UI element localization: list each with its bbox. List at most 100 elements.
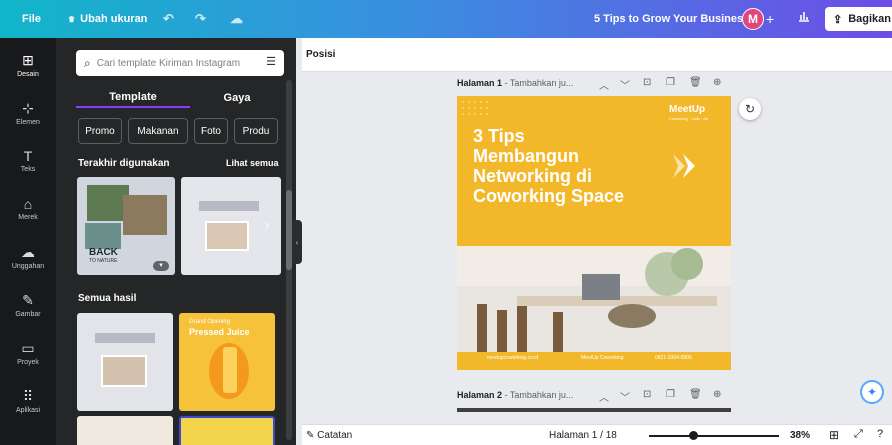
redo-icon[interactable]: ↷ xyxy=(195,0,206,38)
rail-label: Elemen xyxy=(16,119,40,126)
rail-label: Aplikasi xyxy=(15,407,41,414)
rail-item-apps[interactable]: ⠿ Aplikasi xyxy=(0,388,56,414)
filter-icon[interactable]: ☰ xyxy=(266,55,276,68)
chevron-up-icon[interactable]: ︿ xyxy=(599,77,609,92)
folder-icon: ▭ xyxy=(21,340,35,356)
resize-button[interactable]: ♛ Ubah ukuran xyxy=(68,0,147,38)
regenerate-icon[interactable]: ↻ xyxy=(739,98,761,120)
avatar[interactable]: M xyxy=(742,8,764,30)
headline-line-1: 3 Tips xyxy=(473,126,525,146)
draw-icon: ✎ xyxy=(22,292,34,308)
position-button[interactable]: Posisi xyxy=(306,49,335,60)
footer-phone: 0821-3304-0906 xyxy=(655,355,692,361)
design-title[interactable]: 5 Tips to Grow Your Business xyxy=(594,0,749,38)
chip-promo[interactable]: Promo xyxy=(78,118,122,144)
chevron-down-icon[interactable]: ﹀ xyxy=(620,389,630,404)
rail-item-projects[interactable]: ▭ Proyek xyxy=(0,340,56,366)
all-results-heading: Semua hasil xyxy=(78,293,137,304)
more-options-icon[interactable]: ▾ xyxy=(153,261,169,271)
add-page-icon[interactable]: ⊕ xyxy=(713,77,721,88)
rail-label: Proyek xyxy=(17,359,39,366)
rail-label: Gambar xyxy=(15,311,41,318)
cloud-save-icon[interactable]: ☁ xyxy=(230,0,243,38)
headline-line-2: Membangun xyxy=(473,146,579,166)
layout-icon: ⊞ xyxy=(22,52,34,68)
undo-icon[interactable]: ↶ xyxy=(163,0,174,38)
duplicate-icon[interactable]: ❐ xyxy=(666,77,675,88)
duplicate-icon[interactable]: ❐ xyxy=(666,389,675,400)
chip-food[interactable]: Makanan xyxy=(128,118,188,144)
rail-item-elements[interactable]: ⊹ Elemen xyxy=(0,100,56,126)
chevron-down-icon[interactable]: ﹀ xyxy=(620,77,630,92)
add-page-icon[interactable]: ⊕ xyxy=(713,389,721,400)
headline-line-4: Coworking Space xyxy=(473,186,625,206)
fullscreen-icon[interactable]: ⤢ xyxy=(854,428,863,441)
thumb-photo xyxy=(123,195,167,235)
magic-assistant-icon[interactable]: ✦ xyxy=(860,380,884,404)
rail-label: Unggahan xyxy=(11,263,45,270)
chevron-right-icon[interactable]: › xyxy=(265,217,269,232)
thumb-text-block xyxy=(199,201,259,211)
collapse-panel-handle[interactable]: ‹ xyxy=(292,220,302,264)
notes-button[interactable]: ✎ Catatan xyxy=(306,430,352,441)
tab-label: Gaya xyxy=(223,92,251,104)
zoom-slider[interactable] xyxy=(649,431,779,440)
chip-label: Promo xyxy=(85,125,115,137)
page-2-header: Halaman 2 - Tambahkan ju... ︿ ﹀ ⊡ ❐ 🗑 ⊕ xyxy=(457,389,737,404)
design-page-2[interactable] xyxy=(457,408,731,412)
add-collaborator-icon[interactable]: + xyxy=(766,11,774,27)
search-input[interactable]: Cari template Kiriman Instagram xyxy=(97,58,240,69)
chevron-up-icon[interactable]: ︿ xyxy=(599,389,609,404)
page-2-label: Halaman 2 xyxy=(457,390,503,400)
rail-item-text[interactable]: T Teks xyxy=(0,148,56,173)
rail-item-draw[interactable]: ✎ Gambar xyxy=(0,292,56,318)
chip-product[interactable]: Produ xyxy=(234,118,278,144)
upload-icon: ☁ xyxy=(21,244,35,260)
tab-template[interactable]: Template xyxy=(76,88,190,108)
rail-item-uploads[interactable]: ☁ Unggahan xyxy=(0,244,56,270)
zoom-slider-fill xyxy=(649,435,693,437)
chip-photo[interactable]: Foto xyxy=(194,118,228,144)
lock-icon[interactable]: ⊡ xyxy=(643,77,651,88)
see-all-link[interactable]: Lihat semua xyxy=(226,158,279,168)
thumb-bottle xyxy=(223,347,237,393)
search-icon: ⌕ xyxy=(84,55,91,70)
trash-icon[interactable]: 🗑 xyxy=(689,389,702,400)
chip-label: Produ xyxy=(242,125,270,137)
chip-label: Makanan xyxy=(137,125,179,137)
template-thumb-result-1[interactable] xyxy=(77,313,173,411)
share-label: Bagikan xyxy=(848,13,892,25)
template-thumb-pressed-juice[interactable]: Grand Opening Pressed Juice xyxy=(179,313,275,411)
help-icon[interactable]: ? xyxy=(877,428,883,440)
insights-icon[interactable] xyxy=(797,9,811,26)
lock-icon[interactable]: ⊡ xyxy=(643,389,651,400)
tab-style[interactable]: Gaya xyxy=(190,88,284,108)
thumb-photo xyxy=(205,221,249,251)
template-thumb-result-4[interactable] xyxy=(179,416,275,445)
thumb-title: BACK xyxy=(89,247,118,258)
zoom-level[interactable]: 38% xyxy=(790,430,810,441)
design-page-1[interactable]: 3 Tips Membangun Networking di Coworking… xyxy=(457,96,731,370)
trash-icon[interactable]: 🗑 xyxy=(689,77,702,88)
zoom-slider-knob[interactable] xyxy=(689,431,698,440)
page-indicator[interactable]: Halaman 1 / 18 xyxy=(549,430,617,441)
share-button[interactable]: ⇪ Bagikan xyxy=(825,7,892,31)
resize-icon: ♛ xyxy=(68,14,76,24)
search-field[interactable]: ⌕ Cari template Kiriman Instagram ☰ xyxy=(76,50,284,76)
bottom-bar: ✎ Catatan Halaman 1 / 18 38% ⊞ ⤢ ? xyxy=(302,424,892,445)
rail-item-design[interactable]: ⊞ Desain xyxy=(0,52,56,78)
template-thumb-product[interactable]: › xyxy=(181,177,281,275)
thumb-subtitle: TO NATURE xyxy=(89,258,118,264)
grid-view-icon[interactable]: ⊞ xyxy=(829,428,839,442)
template-panel: ⌕ Cari template Kiriman Instagram ☰ Temp… xyxy=(56,38,296,445)
template-thumb-back-to-nature[interactable]: BACK TO NATURE ▾ xyxy=(77,177,175,275)
thumb-text-block xyxy=(95,333,155,343)
chip-label: Foto xyxy=(200,125,221,137)
page-1-title-input[interactable]: - Tambahkan ju... xyxy=(502,78,574,88)
template-thumb-result-3[interactable] xyxy=(77,416,173,445)
page-2-title-input[interactable]: - Tambahkan ju... xyxy=(502,390,574,400)
recent-heading: Terakhir digunakan xyxy=(78,158,170,169)
file-menu[interactable]: File xyxy=(22,0,41,38)
footer-website: meetupcoworking.co.id xyxy=(487,355,539,361)
rail-item-brand[interactable]: ⌂ Merek xyxy=(0,196,56,221)
